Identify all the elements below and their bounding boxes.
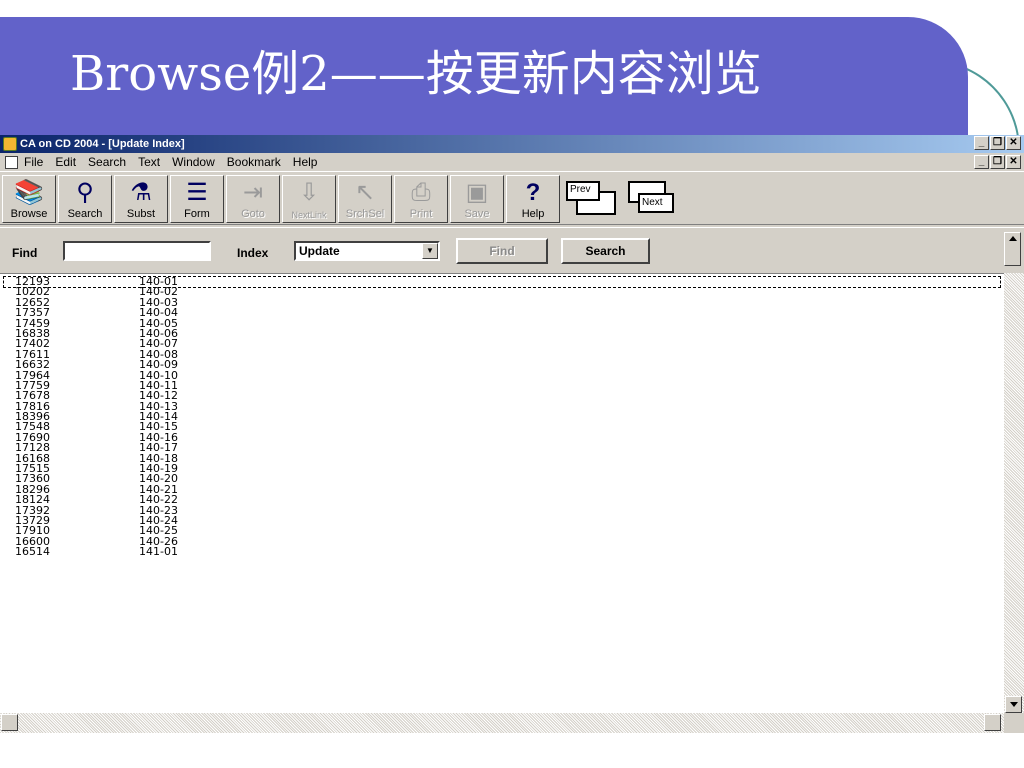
document-icon[interactable] xyxy=(5,155,18,169)
window-controls: _ ❐ ✕ xyxy=(974,136,1021,150)
horizontal-scrollbar[interactable] xyxy=(0,713,1004,733)
flask-icon: ⚗ xyxy=(130,179,152,206)
index-selected-value: Update xyxy=(299,244,340,258)
next-window-button[interactable]: Next xyxy=(624,175,682,223)
app-icon xyxy=(3,137,17,151)
prev-window-button[interactable]: Prev xyxy=(562,175,620,223)
menu-text[interactable]: Text xyxy=(138,153,160,171)
window-title: CA on CD 2004 - [Update Index] xyxy=(20,138,185,150)
document-controls: _ ❐ ✕ xyxy=(974,155,1021,169)
menu-window[interactable]: Window xyxy=(172,153,215,171)
index-label: Index xyxy=(237,246,269,260)
books-icon: 📚 xyxy=(14,179,44,206)
menu-bar: File Edit Search Text Window Bookmark He… xyxy=(0,153,1024,171)
doc-close-button[interactable]: ✕ xyxy=(1006,155,1021,169)
menu-bookmark[interactable]: Bookmark xyxy=(227,153,281,171)
magnifier-icon: ⚲ xyxy=(76,179,94,206)
form-button[interactable]: ☰ Form xyxy=(170,175,224,223)
scroll-left-button[interactable] xyxy=(1,714,18,731)
beaker-icon: ☰ xyxy=(186,179,208,206)
browse-button[interactable]: 📚 Browse xyxy=(2,175,56,223)
goto-icon: ⇥ xyxy=(242,179,264,206)
next-label: Next xyxy=(638,193,674,213)
scroll-down-button[interactable] xyxy=(1005,696,1022,713)
doc-restore-button[interactable]: ❐ xyxy=(990,155,1005,169)
srchsel-button[interactable]: ↖ SrchSel xyxy=(338,175,392,223)
search-button[interactable]: ⚲ Search xyxy=(58,175,112,223)
printer-icon: ⎙ xyxy=(411,179,431,206)
toolbar: 📚 Browse ⚲ Search ⚗ Subst ☰ Form ⇥ Goto … xyxy=(0,171,1024,225)
nextlink-button[interactable]: ⇩ NextLink xyxy=(282,175,336,223)
list-rows: 12193 140-01 10202 140-02 12652 140-03 17357 14… xyxy=(3,276,1001,559)
scroll-right-button[interactable] xyxy=(984,714,1001,731)
save-button[interactable]: ▣ Save xyxy=(450,175,504,223)
search-selection-icon: ↖ xyxy=(354,179,376,206)
search-submit-button[interactable]: Search xyxy=(561,238,650,264)
app-window: CA on CD 2004 - [Update Index] _ ❐ ✕ Fil… xyxy=(0,135,1024,733)
down-arrow-icon xyxy=(1010,702,1018,707)
close-button[interactable]: ✕ xyxy=(1006,136,1021,150)
doc-minimize-button[interactable]: _ xyxy=(974,155,989,169)
window-titlebar[interactable]: CA on CD 2004 - [Update Index] _ ❐ ✕ xyxy=(0,135,1024,153)
find-bar: Find Index Update ▼ Find Search xyxy=(0,227,1024,271)
index-select[interactable]: Update ▼ xyxy=(294,241,440,261)
menu-search[interactable]: Search xyxy=(88,153,126,171)
update-index-list[interactable]: 12193 140-01 10202 140-02 12652 140-03 17357 14… xyxy=(0,273,1004,713)
slide-title: Browse例2——按更新内容浏览 xyxy=(70,46,762,102)
nextlink-icon: ⇩ xyxy=(298,179,320,206)
goto-button[interactable]: ⇥ Goto xyxy=(226,175,280,223)
restore-button[interactable]: ❐ xyxy=(990,136,1005,150)
print-button[interactable]: ⎙ Print xyxy=(394,175,448,223)
find-button[interactable]: Find xyxy=(456,238,548,264)
scroll-up-button[interactable] xyxy=(1004,232,1021,266)
vertical-scrollbar[interactable] xyxy=(1004,273,1024,713)
volume-issue: 141-01 xyxy=(139,545,178,559)
find-input[interactable] xyxy=(63,241,211,261)
menu-edit[interactable]: Edit xyxy=(55,153,76,171)
floppy-icon: ▣ xyxy=(465,179,489,206)
dropdown-arrow-icon[interactable]: ▼ xyxy=(422,243,438,259)
up-arrow-icon xyxy=(1009,236,1017,241)
update-number: 16514 xyxy=(15,545,50,559)
subst-button[interactable]: ⚗ Subst xyxy=(114,175,168,223)
menu-help[interactable]: Help xyxy=(293,153,318,171)
prev-label: Prev xyxy=(566,181,600,201)
list-item[interactable]: 16514 141-01 xyxy=(4,545,1000,559)
help-button[interactable]: ? Help xyxy=(506,175,560,223)
minimize-button[interactable]: _ xyxy=(974,136,989,150)
menu-file[interactable]: File xyxy=(24,153,43,171)
find-label: Find xyxy=(12,246,38,260)
question-icon: ? xyxy=(525,179,541,206)
